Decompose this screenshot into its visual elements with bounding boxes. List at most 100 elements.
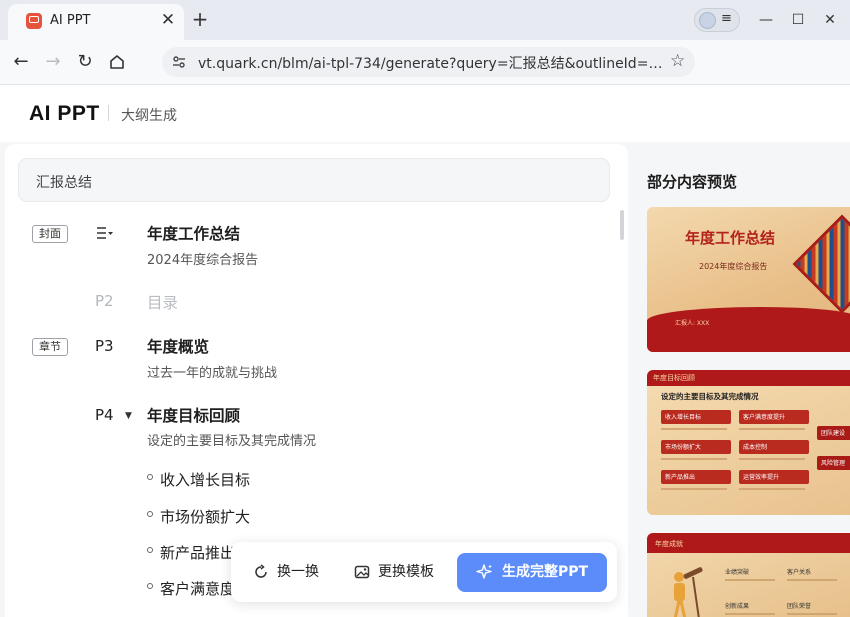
page-number: P2 [95,292,114,310]
preview-slide-header-text: 年度成就 [655,540,683,548]
slide-title[interactable]: 年度概览 [147,335,209,357]
slide-title[interactable]: 年度工作总结 [147,222,240,244]
preview-slide-subtitle: 设定的主要目标及其完成情况 [661,392,759,401]
profile-button[interactable]: ≡ [694,8,740,32]
preview-slide-header-text: 年度目标回顾 [653,374,695,382]
shuffle-label: 换一换 [277,564,319,580]
preview-slide-author: 汇报人: XXX [675,320,710,327]
preview-side-cell: 团队建设 [817,426,850,440]
tab-title: AI PPT [50,13,91,28]
preview-line [739,428,805,430]
close-window-button[interactable]: ✕ [820,10,840,30]
preview-cell: 市场份额扩大 [661,440,731,454]
preview-cell: 运营效率提升 [739,470,809,484]
telescope-figure-icon [673,567,703,617]
slide-subtitle[interactable]: 过去一年的成就与挑战 [147,362,277,381]
query-input[interactable]: 汇报总结 [18,158,610,202]
maximize-button[interactable]: ☐ [788,10,808,30]
ai-ppt-logo[interactable]: AI PPT [29,102,100,126]
slide-title[interactable]: 年度目标回顾 [147,404,240,426]
header-divider [108,105,109,121]
browser-tabbar: AI PPT ✕ + ≡ — ☐ ✕ [0,0,850,40]
preview-label: 客户关系 [787,569,812,576]
bullet-text[interactable]: 市场份额扩大 [160,506,250,527]
preview-slide-header: 年度成就 [647,533,850,553]
preview-line [787,579,837,581]
new-tab-button[interactable]: + [189,8,211,30]
preview-side-text: 风险管理 [821,460,846,467]
preview-slide-subtitle: 2024年度综合报告 [699,262,768,271]
decorative-wave [647,307,850,352]
close-tab-icon[interactable]: ✕ [158,10,178,30]
change-template-label: 更换模板 [378,564,434,580]
bullet-dot-icon [147,474,153,480]
browser-toolbar: ← → ↻ vt.quark.cn/blm/ai-tpl-734/generat… [0,40,850,110]
preview-side-cell: 风险管理 [817,456,850,470]
preview-line [661,488,727,490]
preview-slide-cover[interactable]: 年度工作总结 2024年度综合报告 汇报人: XXX [647,207,850,352]
bullet-dot-icon [147,583,153,589]
page-header: AI PPT 大纲生成 [0,86,850,142]
preview-cell: 收入增长目标 [661,410,731,424]
preview-side-text: 团队建设 [821,430,846,437]
slide-subtitle[interactable]: 设定的主要目标及其完成情况 [147,430,316,449]
shuffle-button[interactable]: 换一换 [253,558,319,586]
decorative-ornament [792,214,850,314]
preview-cell: 成本控制 [739,440,809,454]
preview-slide-header: 年度目标回顾 [647,370,850,386]
preview-cell-text: 成本控制 [743,444,768,451]
page: AI PPT 大纲生成 汇报总结 封面 年度工作总结 2024年度综合报告 P2… [0,86,850,617]
collapse-caret-icon[interactable]: ▼ [125,411,132,421]
reload-icon[interactable]: ↻ [74,51,96,73]
preview-line [787,613,837,615]
preview-label: 团队荣誉 [787,603,812,610]
outline-list-icon[interactable] [96,226,114,240]
browser-tab[interactable]: AI PPT ✕ [8,4,184,40]
address-bar[interactable]: vt.quark.cn/blm/ai-tpl-734/generate?quer… [162,47,695,77]
page-subtitle: 大纲生成 [121,108,177,124]
refresh-icon [255,564,267,578]
tag-cover: 封面 [32,225,68,243]
preview-title: 部分内容预览 [647,173,738,191]
query-text: 汇报总结 [36,175,92,191]
site-info-icon[interactable] [171,54,187,70]
avatar-icon [699,12,716,29]
preview-cell: 新产品推出 [661,470,731,484]
page-number: P4 [95,406,114,424]
bullet-text[interactable]: 收入增长目标 [160,469,250,490]
generate-label: 生成完整PPT [501,564,589,580]
change-template-button[interactable]: 更换模板 [354,558,434,586]
bullet-dot-icon [147,511,153,517]
preview-line [739,488,805,490]
generate-ppt-button[interactable]: 生成完整PPT [457,553,607,592]
menu-icon: ≡ [721,11,732,26]
bullet-text[interactable]: 新产品推出 [160,542,235,563]
page-number: P3 [95,337,114,355]
url-text: vt.quark.cn/blm/ai-tpl-734/generate?quer… [198,56,663,72]
preview-cell-text: 收入增长目标 [665,414,702,421]
bullet-dot-icon [147,547,153,553]
slide-title[interactable]: 目录 [147,291,178,313]
bookmark-star-icon[interactable]: ☆ [670,51,685,71]
preview-line [725,579,775,581]
back-arrow-icon[interactable]: ← [10,51,32,73]
preview-slide-goals[interactable]: 年度目标回顾 设定的主要目标及其完成情况 收入增长目标 客户满意度提升 市场份额… [647,370,850,515]
preview-line [661,458,727,460]
preview-cell-text: 运营效率提升 [743,474,780,481]
sparkle-icon [476,564,492,579]
scrollbar-thumb[interactable] [620,210,624,240]
preview-slide-achievements[interactable]: 年度成就 业绩突破 客户关系 创新成果 团队荣誉 [647,533,850,617]
forward-arrow-icon[interactable]: → [42,51,64,73]
preview-line [725,613,775,615]
preview-label: 创新成果 [725,603,750,610]
minimize-button[interactable]: — [756,10,776,30]
slide-subtitle[interactable]: 2024年度综合报告 [147,249,258,268]
preview-slide-title: 年度工作总结 [685,229,776,247]
home-icon[interactable] [106,51,128,73]
preview-cell-text: 客户满意度提升 [743,414,786,421]
image-template-icon [354,565,370,579]
preview-label: 业绩突破 [725,569,750,576]
preview-line [661,428,727,430]
preview-cell-text: 新产品推出 [665,474,696,481]
tag-chapter: 章节 [32,338,68,356]
